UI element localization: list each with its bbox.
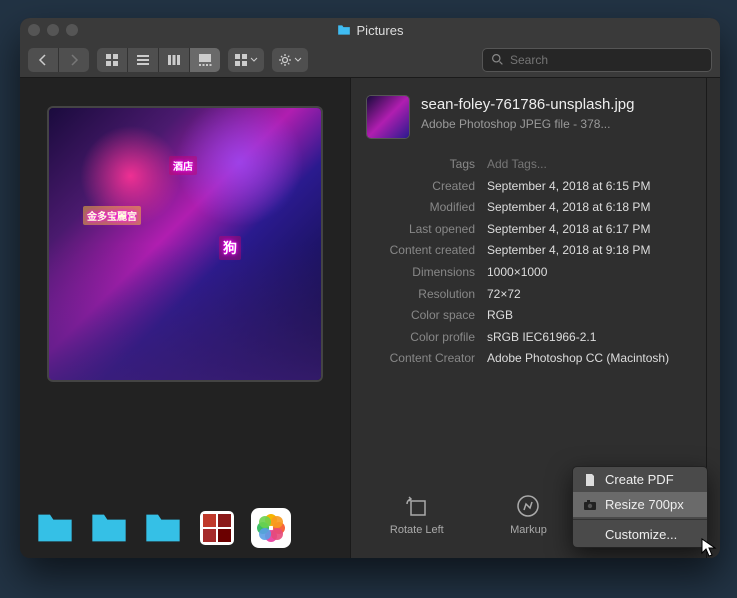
markup-action[interactable]: Markup <box>493 494 563 536</box>
markup-icon <box>514 494 542 518</box>
group-by-dropdown[interactable] <box>228 48 264 72</box>
rotate-left-icon <box>403 494 431 518</box>
search-icon <box>491 53 504 66</box>
gallery-view-button[interactable] <box>190 48 220 72</box>
tags-value[interactable]: Add Tags... <box>487 154 690 176</box>
document-icon <box>583 473 597 487</box>
search-field[interactable] <box>482 48 712 72</box>
file-name: sean-foley-761786-unsplash.jpg <box>421 96 634 115</box>
view-mode-buttons <box>97 48 220 72</box>
window-title: Pictures <box>20 23 720 38</box>
nav-buttons <box>28 48 89 72</box>
mouse-cursor-icon <box>701 538 717 558</box>
folder-thumb[interactable] <box>142 508 184 548</box>
selected-image-preview[interactable]: 酒店 金多宝麗宮 狗 <box>49 108 321 380</box>
gear-icon <box>278 53 292 67</box>
create-pdf-menu-item[interactable]: Create PDF <box>573 467 707 492</box>
preview-scrollbar[interactable] <box>706 78 720 558</box>
folder-thumb[interactable] <box>34 508 76 548</box>
folder-icon <box>337 24 351 36</box>
photos-app-thumb[interactable] <box>250 508 292 548</box>
action-dropdown[interactable] <box>272 48 308 72</box>
close-window-button[interactable] <box>28 24 40 36</box>
toolbar <box>20 42 720 78</box>
titlebar: Pictures <box>20 18 720 42</box>
file-header: sean-foley-761786-unsplash.jpg Adobe Pho… <box>351 78 706 150</box>
resize-menu-item[interactable]: Resize 700px <box>573 492 707 517</box>
finder-window: Pictures <box>20 18 720 558</box>
back-button[interactable] <box>28 48 58 72</box>
search-input[interactable] <box>510 53 703 67</box>
gallery-pane: 酒店 金多宝麗宮 狗 <box>20 78 350 558</box>
list-view-button[interactable] <box>128 48 158 72</box>
icon-view-button[interactable] <box>97 48 127 72</box>
folder-thumb[interactable] <box>88 508 130 548</box>
window-controls <box>28 24 78 36</box>
file-subtitle: Adobe Photoshop JPEG file - 378... <box>421 117 634 131</box>
thumbnail-strip <box>20 494 350 558</box>
forward-button[interactable] <box>59 48 89 72</box>
camera-icon <box>583 498 597 512</box>
metadata-list: TagsAdd Tags... CreatedSeptember 4, 2018… <box>351 150 706 378</box>
photobooth-thumb[interactable] <box>196 508 238 548</box>
zoom-window-button[interactable] <box>66 24 78 36</box>
minimize-window-button[interactable] <box>47 24 59 36</box>
chevron-down-icon <box>294 56 302 64</box>
rotate-left-action[interactable]: Rotate Left <box>382 494 452 536</box>
customize-menu-item[interactable]: Customize... <box>573 522 707 547</box>
gallery-scroll[interactable]: 酒店 金多宝麗宮 狗 <box>20 78 350 494</box>
column-view-button[interactable] <box>159 48 189 72</box>
file-thumbnail-icon <box>367 96 409 138</box>
chevron-down-icon <box>250 56 258 64</box>
window-title-text: Pictures <box>357 23 404 38</box>
quick-actions-menu: Create PDF Resize 700px Customize... <box>572 466 708 548</box>
meta-label: Tags <box>367 154 487 176</box>
